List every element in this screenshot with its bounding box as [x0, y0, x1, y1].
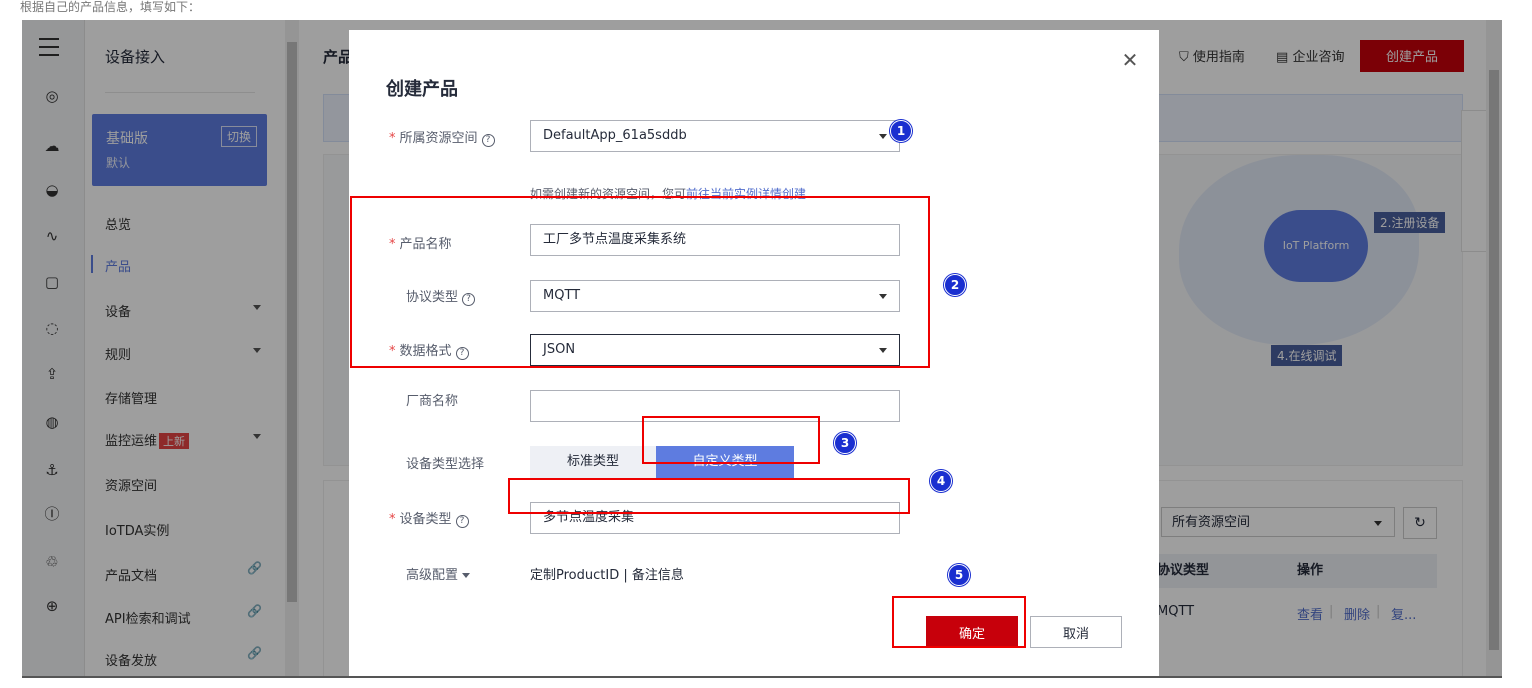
help-icon[interactable]: ?: [481, 134, 495, 147]
select-value: DefaultApp_61a5sddb: [543, 128, 687, 143]
annotation-box-2: [350, 196, 930, 368]
resource-space-select[interactable]: DefaultApp_61a5sddb: [530, 120, 900, 152]
console-window: ◎ ☁ ◒ ∿ ▢ ◌ ⇪ ◍ ⚓ Ⓘ ♲ ⊕ 设备接入 基础版 切换 默认 总…: [22, 20, 1502, 678]
step-marker-1: 1: [890, 120, 912, 142]
standard-type-button[interactable]: 标准类型: [530, 446, 656, 478]
dialog-title: 创建产品: [386, 79, 458, 100]
required-mark: *: [389, 512, 396, 527]
close-icon[interactable]: ✕: [1120, 50, 1140, 70]
chevron-down-icon: [462, 573, 471, 578]
resource-space-label: * 所属资源空间?: [389, 127, 495, 147]
annotation-box-3: [642, 416, 820, 464]
advanced-config-items: 定制ProductID | 备注信息: [530, 568, 684, 583]
label-text: 所属资源空间: [399, 131, 478, 146]
annotation-box-4: [508, 478, 910, 514]
page-caption: 根据自己的产品信息，填写如下：: [20, 0, 201, 14]
step-marker-5: 5: [948, 564, 970, 586]
required-mark: *: [389, 131, 396, 146]
help-icon[interactable]: ?: [455, 515, 469, 528]
label-text: 设备类型: [399, 512, 452, 527]
vendor-label: 厂商名称: [406, 394, 459, 409]
chevron-down-icon: [879, 134, 887, 139]
step-marker-3: 3: [834, 432, 856, 454]
device-type-choice-label: 设备类型选择: [406, 457, 485, 472]
step-marker-2: 2: [944, 274, 966, 296]
advanced-config-toggle[interactable]: 高级配置: [406, 564, 471, 583]
label-text: 高级配置: [406, 568, 459, 583]
annotation-box-5: [892, 596, 1026, 648]
step-marker-4: 4: [930, 470, 952, 492]
cancel-button[interactable]: 取消: [1030, 616, 1122, 648]
device-type-label: * 设备类型?: [389, 508, 469, 528]
